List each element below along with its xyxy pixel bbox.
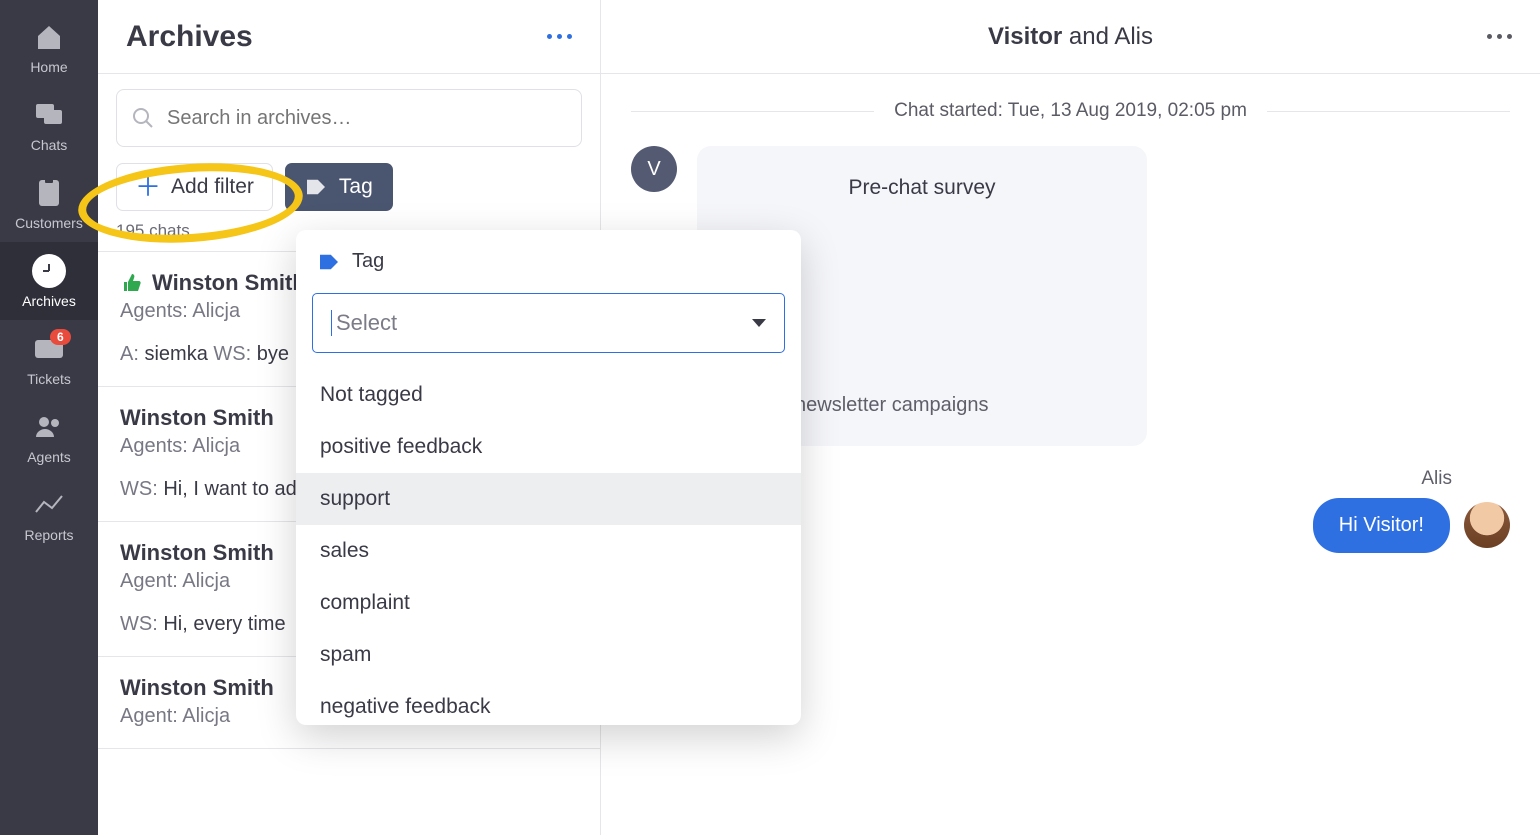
agents-icon — [0, 411, 98, 443]
search-icon — [131, 106, 155, 130]
select-placeholder: Select — [331, 310, 397, 336]
tag-option[interactable]: Not tagged — [296, 369, 801, 421]
nav-label: Home — [0, 59, 98, 75]
chat-started-divider: Chat started: Tue, 13 Aug 2019, 02:05 pm — [601, 74, 1540, 142]
search-input[interactable] — [167, 107, 567, 130]
chevron-down-icon — [752, 319, 766, 327]
list-item-name: Winston Smith — [120, 675, 274, 701]
nav-customers[interactable]: Customers — [0, 164, 98, 242]
tickets-icon — [0, 333, 98, 365]
add-filter-button[interactable]: ＋ Add filter — [116, 163, 273, 211]
nav-agents[interactable]: Agents — [0, 398, 98, 476]
reports-icon — [0, 489, 98, 521]
archives-more-icon[interactable] — [541, 28, 578, 45]
nav-label: Tickets — [0, 371, 98, 387]
nav-label: Customers — [0, 215, 98, 231]
agent-avatar — [1464, 502, 1510, 548]
thumbs-up-icon — [120, 273, 142, 293]
filter-chip-tag[interactable]: Tag — [285, 163, 393, 211]
list-item-name: Winston Smith — [152, 270, 306, 296]
home-icon — [0, 21, 98, 53]
tag-icon — [305, 178, 327, 196]
customers-icon — [0, 177, 98, 209]
nav-label: Chats — [0, 137, 98, 153]
archives-icon — [0, 255, 98, 287]
archives-title: Archives — [126, 20, 253, 54]
tickets-badge: 6 — [50, 329, 71, 345]
tag-option[interactable]: positive feedback — [296, 421, 801, 473]
visitor-avatar: V — [631, 146, 677, 192]
nav-home[interactable]: Home — [0, 8, 98, 86]
tag-icon — [318, 253, 340, 271]
tag-select-input[interactable]: Select — [312, 293, 785, 353]
tag-filter-dropdown: Tag Select Not tagged positive feedback … — [296, 230, 801, 725]
chat-more-icon[interactable] — [1481, 28, 1518, 45]
nav-reports[interactable]: Reports — [0, 476, 98, 554]
filter-chip-label: Tag — [339, 175, 373, 199]
tag-option[interactable]: support — [296, 473, 801, 525]
tag-option[interactable]: sales — [296, 525, 801, 577]
tag-option[interactable]: spam — [296, 629, 801, 681]
tag-option[interactable]: complaint — [296, 577, 801, 629]
nav-rail: Home Chats Customers Archives — [0, 0, 98, 835]
reply-bubble: Hi Visitor! — [1313, 498, 1450, 553]
dropdown-title: Tag — [352, 250, 384, 273]
tag-option[interactable]: negative feedback — [296, 681, 801, 723]
nav-tickets[interactable]: 6 Tickets — [0, 320, 98, 398]
list-item-name: Winston Smith — [120, 540, 274, 566]
nav-label: Agents — [0, 449, 98, 465]
plus-icon: ＋ — [135, 174, 161, 200]
reply-sender: Alis — [1421, 468, 1452, 490]
nav-label: Reports — [0, 527, 98, 543]
survey-title: Pre-chat survey — [725, 168, 1119, 208]
tag-options-list: Not tagged positive feedback support sal… — [296, 363, 801, 723]
nav-label: Archives — [0, 293, 98, 309]
list-item-name: Winston Smith — [120, 405, 274, 431]
search-input-wrap[interactable] — [116, 89, 582, 147]
nav-archives[interactable]: Archives — [0, 242, 98, 320]
chat-title: Visitor and Alis — [988, 23, 1153, 51]
chats-icon — [0, 99, 98, 131]
add-filter-label: Add filter — [171, 175, 254, 199]
nav-chats[interactable]: Chats — [0, 86, 98, 164]
